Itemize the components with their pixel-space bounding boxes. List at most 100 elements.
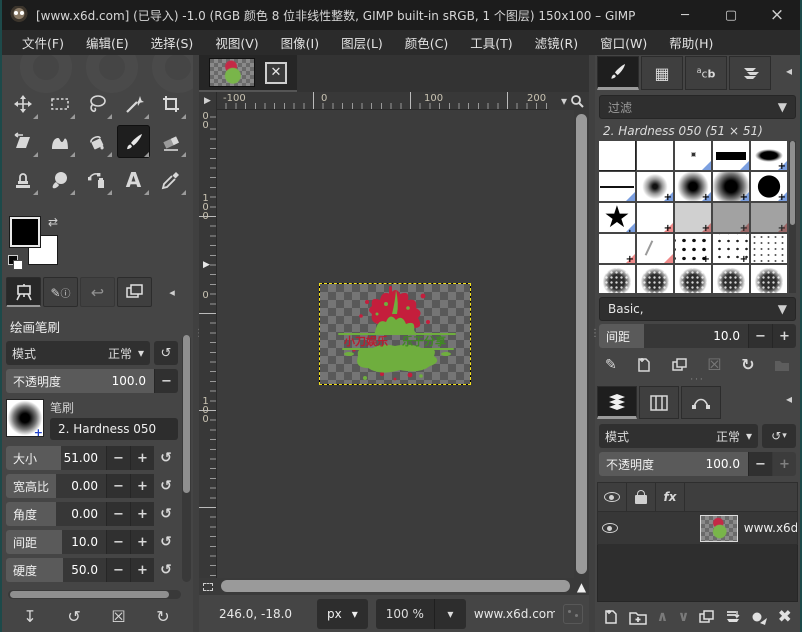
brush-filter-input[interactable]: 过滤 ▼	[599, 95, 796, 119]
tab-undo-history[interactable]: ↩	[80, 277, 115, 307]
brush-swatch[interactable]	[599, 141, 635, 170]
tab-channels[interactable]	[639, 386, 679, 419]
menu-layer[interactable]: 图层(L)	[331, 30, 393, 55]
bucket-fill-tool-button[interactable]	[80, 125, 113, 158]
angle-increase-button[interactable]: +	[130, 502, 154, 526]
brushes-dock-collapse-icon[interactable]: ◂	[786, 64, 798, 78]
open-brush-icon[interactable]	[774, 358, 790, 372]
layer-name[interactable]: www.x6d.c	[744, 521, 797, 535]
opacity-decrease-button[interactable]: −	[154, 369, 178, 393]
default-colors-icon[interactable]	[8, 255, 22, 269]
angle-reset-button[interactable]: ↺	[154, 502, 178, 526]
new-brush-icon[interactable]	[636, 357, 652, 373]
tab-fonts[interactable]: acb	[685, 56, 727, 90]
menu-edit[interactable]: 编辑(E)	[76, 30, 139, 55]
lower-layer-icon[interactable]: ∨	[678, 609, 689, 625]
zoom-follow-icon[interactable]	[570, 94, 585, 109]
brush-swatch[interactable]	[751, 265, 787, 293]
color-picker-tool-button[interactable]	[154, 163, 187, 196]
brush-swatch[interactable]	[713, 172, 749, 201]
brush-swatch[interactable]	[675, 141, 711, 170]
new-layer-icon[interactable]	[603, 609, 619, 625]
spacing-decrease-button[interactable]: −	[106, 530, 130, 554]
vertical-ruler[interactable]: 00 100 0 100 ▶	[199, 110, 217, 578]
hardness-decrease-button[interactable]: −	[106, 558, 130, 582]
transform-tool-button[interactable]	[6, 125, 39, 158]
brush-spacing-slider[interactable]: 间距 10.0	[599, 324, 748, 348]
mode-reset-button[interactable]: ↺	[154, 341, 178, 365]
delete-tool-preset-button[interactable]: ☒	[111, 607, 125, 626]
tab-layers[interactable]	[597, 386, 637, 419]
navigation-button[interactable]: ▲	[574, 578, 589, 595]
image-tab[interactable]: ✕	[199, 55, 297, 92]
zoom-tool-button[interactable]	[6, 201, 39, 209]
swap-colors-icon[interactable]: ⇄	[48, 215, 58, 229]
opacity-slider[interactable]: 不透明度 100.0	[6, 369, 154, 393]
brush-group-dropdown[interactable]: Basic, ▼	[599, 297, 796, 321]
lock-column-icon[interactable]	[627, 483, 656, 511]
tab-images[interactable]	[117, 277, 152, 307]
menu-file[interactable]: 文件(F)	[12, 30, 74, 55]
menu-colors[interactable]: 颜色(C)	[395, 30, 458, 55]
tool-options-scrollbar[interactable]	[182, 335, 191, 582]
crop-tool-button[interactable]	[154, 87, 187, 120]
aspect-increase-button[interactable]: +	[130, 474, 154, 498]
new-group-icon[interactable]	[629, 610, 647, 625]
brush-swatch[interactable]	[713, 265, 749, 293]
duplicate-layer-icon[interactable]	[699, 610, 715, 624]
aspect-ratio-slider[interactable]: 宽高比 0.00	[6, 474, 106, 498]
brush-swatch[interactable]	[599, 172, 635, 201]
hardness-slider[interactable]: 硬度 50.0	[6, 558, 106, 582]
delete-brush-icon[interactable]: ☒	[707, 355, 721, 374]
menu-image[interactable]: 图像(I)	[271, 30, 329, 55]
brush-swatch[interactable]	[713, 234, 749, 263]
edit-brush-icon[interactable]: ✎	[605, 357, 617, 373]
refresh-brushes-icon[interactable]: ↻	[741, 355, 754, 374]
hardness-increase-button[interactable]: +	[130, 558, 154, 582]
visibility-column-icon[interactable]	[598, 483, 627, 511]
brush-swatch[interactable]	[637, 141, 673, 170]
brush-swatch[interactable]	[713, 203, 749, 232]
clone-tool-button[interactable]	[6, 163, 39, 196]
tab-patterns[interactable]: ▦	[641, 56, 683, 90]
canvas-vertical-scrollbar[interactable]	[574, 110, 589, 578]
canvas-viewport[interactable]: 小刀娱乐 乐于分享	[217, 110, 574, 578]
tab-tool-options[interactable]	[6, 277, 41, 307]
canvas-image[interactable]: 小刀娱乐 乐于分享	[319, 283, 471, 385]
brush-swatch[interactable]	[637, 172, 673, 201]
reset-tool-options-button[interactable]: ↻	[156, 607, 169, 626]
quick-mask-toggle[interactable]	[199, 578, 217, 595]
brush-swatch[interactable]	[713, 141, 749, 170]
layer-opacity-slider[interactable]: 不透明度 100.0	[599, 452, 748, 476]
angle-decrease-button[interactable]: −	[106, 502, 130, 526]
menu-windows[interactable]: 窗口(W)	[590, 30, 657, 55]
horizontal-ruler[interactable]: -100 0 100 200	[217, 92, 549, 110]
rectangle-select-tool-button[interactable]	[43, 87, 76, 120]
brush-spacing-decrease-button[interactable]: −	[748, 324, 772, 348]
tab-document-history[interactable]	[729, 56, 771, 90]
tab-paths[interactable]	[681, 386, 721, 419]
menu-tools[interactable]: 工具(T)	[460, 30, 522, 55]
brush-swatch[interactable]	[751, 141, 787, 170]
move-tool-button[interactable]	[6, 87, 39, 120]
brush-grid-scrollbar[interactable]	[789, 141, 796, 293]
paintbrush-tool-button[interactable]	[117, 125, 150, 158]
brush-swatch[interactable]	[599, 234, 635, 263]
layer-mode-dropdown[interactable]: 模式 正常 ▾	[599, 424, 758, 448]
foreground-color-swatch[interactable]	[10, 217, 40, 247]
brush-swatch[interactable]	[675, 203, 711, 232]
raise-layer-icon[interactable]: ∧	[657, 609, 668, 625]
ruler-menu-button[interactable]: ▶	[199, 92, 217, 110]
layer-mode-reset-button[interactable]: ↺▾	[762, 424, 796, 448]
brush-swatch[interactable]	[675, 234, 711, 263]
brush-spacing-increase-button[interactable]: +	[772, 324, 796, 348]
image-tab-close-icon[interactable]: ✕	[265, 62, 287, 84]
menu-select[interactable]: 选择(S)	[141, 30, 204, 55]
layer-mask-icon[interactable]	[751, 610, 768, 625]
menu-view[interactable]: 视图(V)	[205, 30, 268, 55]
tab-brushes[interactable]	[597, 56, 639, 90]
menu-help[interactable]: 帮助(H)	[659, 30, 723, 55]
brush-swatch[interactable]: ★	[599, 203, 635, 232]
canvas-horizontal-scrollbar[interactable]	[217, 578, 574, 595]
smudge-tool-button[interactable]	[43, 163, 76, 196]
